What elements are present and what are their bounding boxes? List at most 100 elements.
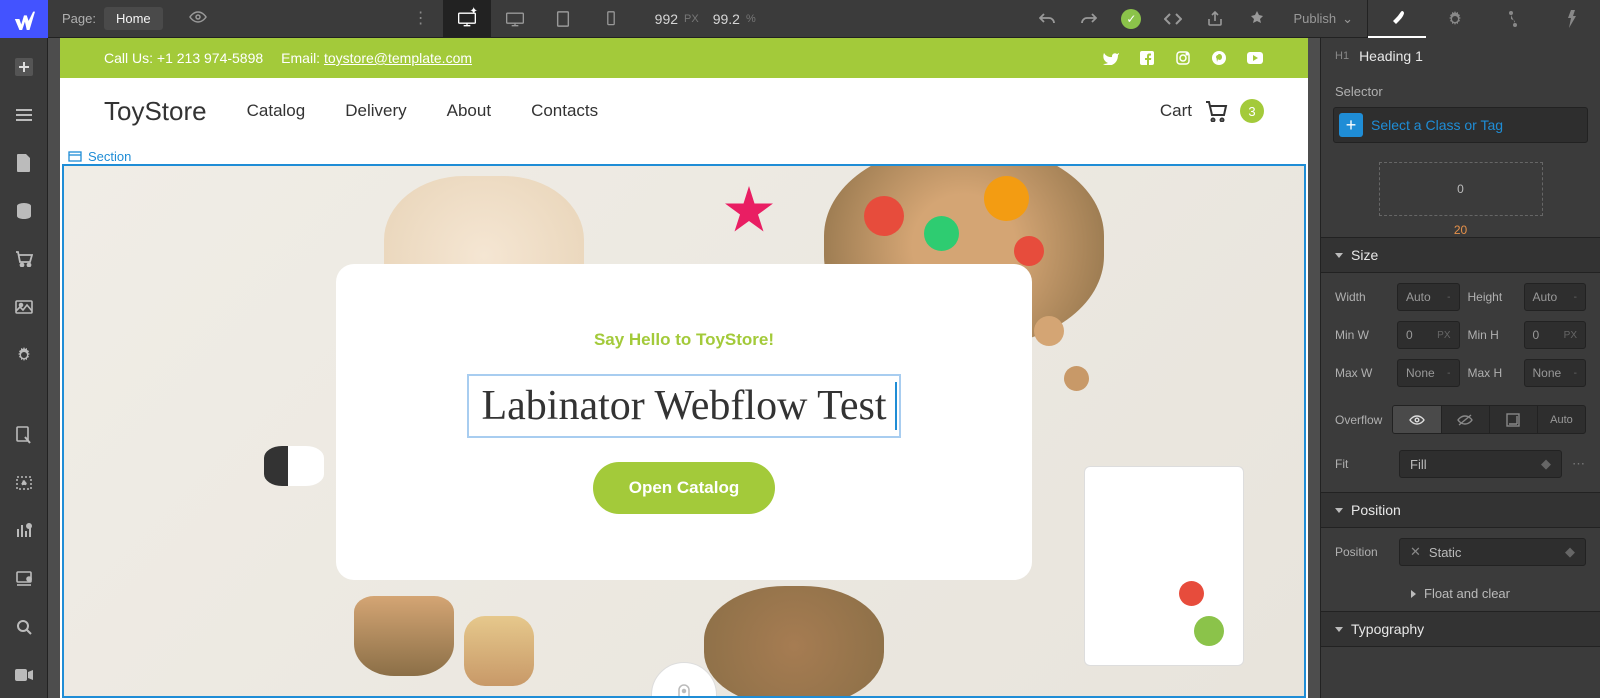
canvas-zoom[interactable]: 99.2 [713, 11, 740, 27]
interactions-tab[interactable] [1484, 0, 1542, 38]
email-link[interactable]: toystore@template.com [324, 50, 472, 66]
page-selector[interactable]: Page: Home [48, 7, 177, 30]
canvas-zoom-unit: % [746, 13, 756, 25]
redo-icon[interactable] [1069, 0, 1109, 38]
left-sidebar [0, 38, 48, 698]
tag-name: Heading 1 [1359, 48, 1423, 64]
cursor-tool-icon[interactable] [0, 412, 48, 458]
page-name[interactable]: Home [104, 7, 163, 30]
collapse-icon [1335, 508, 1343, 513]
search-icon[interactable] [0, 604, 48, 650]
overflow-auto-button[interactable]: Auto [1538, 406, 1585, 433]
site-announcement-bar: Call Us: +1 213 974-5898 Email: toystore… [60, 38, 1308, 78]
desktop-device-button[interactable]: ✦ [443, 0, 491, 38]
overflow-buttons: Auto [1392, 405, 1586, 434]
class-selector-input[interactable]: + Select a Class or Tag [1333, 107, 1588, 143]
maxh-label: Max H [1468, 366, 1516, 380]
nav-link-contacts[interactable]: Contacts [531, 101, 598, 121]
marquee-tool-icon[interactable] [0, 460, 48, 506]
tablet-portrait-button[interactable] [539, 0, 587, 38]
nav-link-delivery[interactable]: Delivery [345, 101, 406, 121]
size-section-header[interactable]: Size [1321, 237, 1600, 273]
undo-icon[interactable] [1027, 0, 1067, 38]
fit-label: Fit [1335, 457, 1389, 471]
tablet-device-button[interactable] [491, 0, 539, 38]
selected-element-tag: H1 Heading 1 [1321, 38, 1600, 74]
twitter-icon[interactable] [1102, 49, 1120, 67]
pinterest-icon[interactable] [1210, 49, 1228, 67]
maxw-label: Max W [1335, 366, 1389, 380]
webflow-logo[interactable] [0, 0, 48, 38]
nav-link-catalog[interactable]: Catalog [247, 101, 306, 121]
width-input[interactable]: Auto- [1397, 283, 1460, 311]
fit-select[interactable]: Fill◆ [1399, 450, 1562, 478]
effects-tab[interactable] [1542, 0, 1600, 38]
cart-icon [1204, 100, 1228, 122]
components-icon[interactable] [0, 556, 48, 602]
youtube-icon[interactable] [1246, 49, 1264, 67]
padding-value[interactable]: 0 [1457, 182, 1464, 196]
minw-label: Min W [1335, 328, 1389, 342]
phone-text: Call Us: +1 213 974-5898 [104, 50, 263, 66]
overflow-visible-button[interactable] [1393, 406, 1441, 433]
video-icon[interactable] [0, 652, 48, 698]
hero-subtitle[interactable]: Say Hello to ToyStore! [594, 330, 774, 350]
more-menu-icon[interactable]: ⋮ [399, 17, 443, 21]
position-section-header[interactable]: Position [1321, 492, 1600, 528]
code-icon[interactable] [1153, 0, 1193, 38]
status-check-icon[interactable]: ✓ [1111, 0, 1151, 38]
right-panel-tabs [1367, 0, 1600, 38]
tag-badge: H1 [1335, 50, 1349, 62]
spacing-editor[interactable]: 0 20 [1335, 153, 1586, 225]
navigator-icon[interactable] [0, 92, 48, 138]
settings-tab[interactable] [1426, 0, 1484, 38]
nav-link-about[interactable]: About [447, 101, 491, 121]
style-tab[interactable] [1368, 0, 1426, 38]
canvas-width[interactable]: 992 [655, 11, 678, 27]
maxw-input[interactable]: None- [1397, 359, 1460, 387]
design-canvas[interactable]: Call Us: +1 213 974-5898 Email: toystore… [60, 38, 1308, 698]
minw-input[interactable]: 0PX [1397, 321, 1460, 349]
height-label: Height [1468, 290, 1516, 304]
ecommerce-icon[interactable] [0, 236, 48, 282]
rocket-icon[interactable] [1237, 0, 1277, 38]
height-input[interactable]: Auto- [1524, 283, 1587, 311]
minh-label: Min H [1468, 328, 1516, 342]
assets-icon[interactable] [0, 284, 48, 330]
audit-icon[interactable] [0, 508, 48, 554]
canvas-width-unit: PX [684, 13, 699, 25]
add-element-icon[interactable] [0, 44, 48, 90]
cms-icon[interactable] [0, 188, 48, 234]
cart-widget[interactable]: Cart 3 [1160, 99, 1264, 123]
social-icons [1102, 49, 1264, 67]
export-icon[interactable] [1195, 0, 1235, 38]
publish-button[interactable]: Publish ⌄ [1279, 11, 1367, 27]
margin-bottom-value[interactable]: 20 [1454, 223, 1467, 237]
publish-label: Publish [1293, 11, 1336, 26]
cart-count-badge: 3 [1240, 99, 1264, 123]
hero-heading[interactable]: Labinator Webflow Test [467, 374, 900, 438]
project-settings-icon[interactable] [0, 332, 48, 378]
mobile-device-button[interactable] [587, 0, 635, 38]
hero-cta-button[interactable]: Open Catalog [593, 462, 776, 514]
overflow-label: Overflow [1335, 413, 1382, 427]
minh-input[interactable]: 0PX [1524, 321, 1587, 349]
position-select[interactable]: ✕ Static ◆ [1399, 538, 1586, 566]
collapse-icon [1335, 253, 1343, 258]
site-brand[interactable]: ToyStore [104, 96, 207, 127]
overflow-scroll-button[interactable] [1490, 406, 1538, 433]
pages-icon[interactable] [0, 140, 48, 186]
facebook-icon[interactable] [1138, 49, 1156, 67]
float-clear-toggle[interactable]: Float and clear [1321, 576, 1600, 611]
instagram-icon[interactable] [1174, 49, 1192, 67]
padding-box[interactable]: 0 20 [1379, 162, 1543, 216]
maxh-input[interactable]: None- [1524, 359, 1587, 387]
preview-icon[interactable] [177, 11, 219, 26]
overflow-hidden-button[interactable] [1442, 406, 1490, 433]
typography-section-header[interactable]: Typography [1321, 611, 1600, 647]
more-icon[interactable]: ⋯ [1572, 456, 1586, 472]
hero-section[interactable]: Say Hello to ToyStore! Labinator Webflow… [62, 164, 1306, 698]
section-element-label[interactable]: Section [62, 146, 137, 166]
size-properties: Width Auto- Height Auto- Min W 0PX Min H… [1321, 273, 1600, 397]
add-class-icon[interactable]: + [1339, 113, 1363, 137]
